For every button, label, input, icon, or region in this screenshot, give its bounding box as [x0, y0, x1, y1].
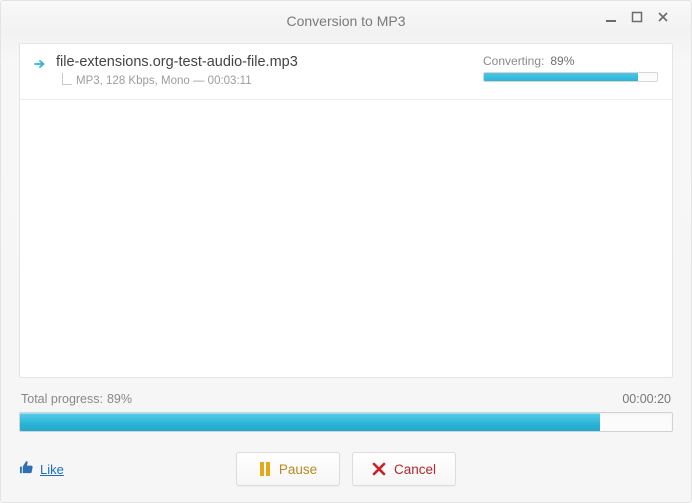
- tree-elbow-icon: [62, 73, 72, 85]
- footer-row: Like Pause Cancel: [19, 450, 673, 488]
- thumbs-up-icon: [19, 460, 34, 478]
- file-meta-wrap: MP3, 128 Kbps, Mono — 00:03:11: [62, 75, 471, 87]
- cancel-label: Cancel: [394, 462, 436, 477]
- close-icon: [657, 11, 669, 23]
- file-status: Converting: 89%: [483, 54, 658, 82]
- title-bar: Conversion to MP3: [13, 5, 679, 37]
- pause-label: Pause: [279, 462, 317, 477]
- app-window: Conversion to MP3 file-extensions.org-te…: [0, 0, 692, 503]
- file-meta: MP3, 128 Kbps, Mono — 00:03:11: [76, 75, 252, 87]
- file-row: file-extensions.org-test-audio-file.mp3 …: [20, 44, 672, 100]
- maximize-button[interactable]: [629, 9, 645, 25]
- total-progress-label: Total progress:: [21, 392, 103, 406]
- button-group: Pause Cancel: [236, 452, 456, 486]
- file-info: file-extensions.org-test-audio-file.mp3 …: [56, 54, 471, 87]
- cancel-icon: [372, 462, 386, 476]
- total-progress-percent: 89%: [107, 392, 132, 406]
- minimize-button[interactable]: [603, 9, 619, 25]
- file-name: file-extensions.org-test-audio-file.mp3: [56, 54, 471, 71]
- file-list-panel: file-extensions.org-test-audio-file.mp3 …: [19, 43, 673, 378]
- close-button[interactable]: [655, 9, 671, 25]
- maximize-icon: [631, 11, 643, 23]
- total-progress-bar: [19, 412, 673, 432]
- total-progress-header: Total progress: 89% 00:00:20: [19, 392, 673, 406]
- file-status-percent: 89%: [550, 54, 574, 68]
- window-title: Conversion to MP3: [286, 13, 405, 29]
- file-status-text: Converting: 89%: [483, 54, 658, 68]
- arrow-right-icon: [34, 57, 50, 75]
- pause-button[interactable]: Pause: [236, 452, 340, 486]
- minimize-icon: [605, 11, 617, 23]
- like-link[interactable]: Like: [19, 460, 64, 478]
- like-label: Like: [40, 462, 64, 477]
- total-progress-block: Total progress: 89% 00:00:20: [19, 392, 673, 432]
- window-controls: [603, 9, 671, 25]
- pause-icon: [259, 462, 271, 476]
- file-progress-bar: [483, 72, 658, 82]
- file-status-label: Converting:: [483, 54, 544, 68]
- total-progress-fill: [20, 413, 600, 431]
- cancel-button[interactable]: Cancel: [352, 452, 456, 486]
- file-progress-fill: [484, 73, 638, 81]
- total-elapsed-time: 00:00:20: [622, 392, 671, 406]
